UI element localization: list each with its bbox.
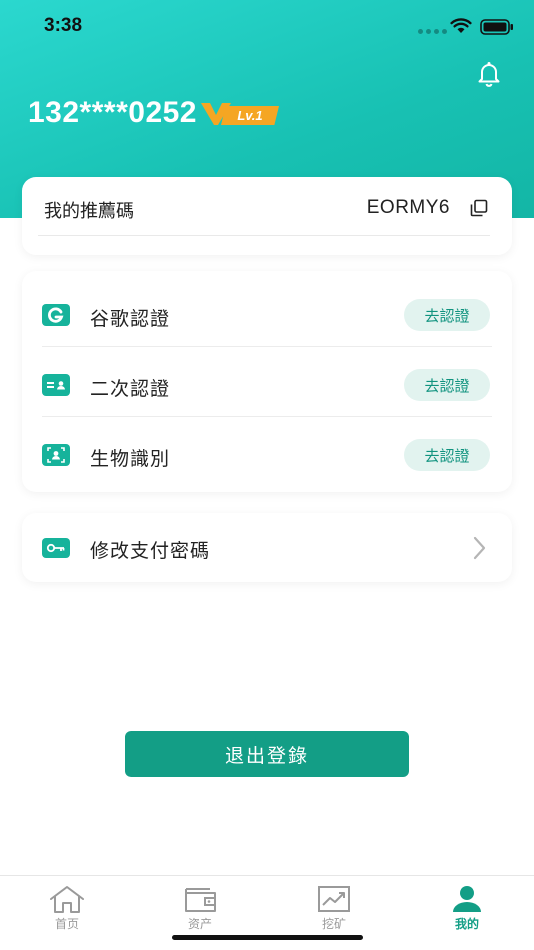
- level-bar: Lv.1: [221, 106, 279, 125]
- google-verify-button[interactable]: 去認證: [404, 299, 490, 331]
- verify-label: 生物識別: [90, 448, 171, 470]
- signal-icon: [418, 29, 447, 34]
- chart-icon: [318, 886, 350, 912]
- id-card-icon: [42, 374, 70, 396]
- copy-icon[interactable]: [470, 199, 488, 217]
- biometric-verify-button[interactable]: 去認證: [404, 439, 490, 471]
- level-badge: Lv.1: [201, 100, 279, 126]
- level-label: Lv.1: [237, 108, 263, 123]
- change-payment-password-row[interactable]: 修改支付密碼: [22, 513, 512, 582]
- divider: [38, 235, 490, 236]
- logout-button[interactable]: 退出登錄: [125, 731, 409, 777]
- battery-icon: [480, 19, 513, 35]
- tab-profile[interactable]: 我的: [400, 876, 534, 940]
- tab-home[interactable]: 首页: [0, 876, 134, 940]
- key-icon: [42, 538, 70, 558]
- referral-card: 我的推薦碼 EORMY6: [22, 177, 512, 255]
- verification-card: 谷歌認證 去認證 二次認證 去認證 生物識別 去認證: [22, 271, 512, 492]
- verify-label: 二次認證: [90, 378, 171, 400]
- tab-label: 首页: [54, 917, 79, 931]
- tab-assets[interactable]: 资产: [133, 876, 267, 940]
- wifi-icon: [450, 18, 472, 33]
- wallet-icon: [185, 888, 216, 912]
- tab-label: 挖矿: [321, 917, 346, 931]
- verify-row-biometric: 生物識別 去認證: [22, 416, 512, 486]
- verify-row-2fa: 二次認證 去認證: [22, 346, 512, 416]
- bell-icon[interactable]: [474, 58, 504, 88]
- referral-label: 我的推薦碼: [44, 201, 134, 222]
- referral-code: EORMY6: [366, 197, 450, 218]
- google-auth-icon: [42, 304, 70, 326]
- twofa-verify-button[interactable]: 去認證: [404, 369, 490, 401]
- tab-mining[interactable]: 挖矿: [267, 876, 401, 940]
- verify-row-google: 谷歌認證 去認證: [22, 276, 512, 346]
- status-time: 3:38: [44, 15, 83, 36]
- home-icon: [50, 886, 84, 913]
- chevron-right-icon: [473, 536, 486, 560]
- phone-number: 132****0252: [28, 96, 197, 129]
- home-indicator: [172, 935, 363, 940]
- user-identity: 132****0252 Lv.1: [28, 96, 279, 130]
- status-bar: 3:38: [0, 0, 534, 54]
- payment-password-label: 修改支付密碼: [90, 540, 211, 562]
- face-scan-icon: [42, 444, 70, 466]
- user-icon: [453, 886, 481, 912]
- tab-label: 资产: [187, 917, 212, 931]
- tab-label: 我的: [454, 917, 479, 931]
- verify-label: 谷歌認證: [90, 308, 171, 330]
